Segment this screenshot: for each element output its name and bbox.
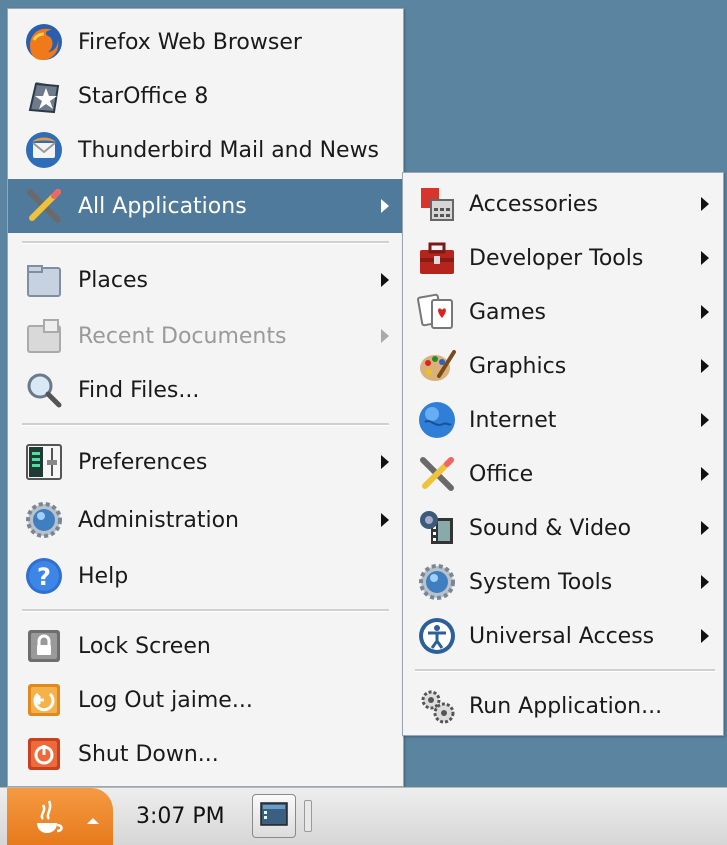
show-desktop-button[interactable] (252, 794, 296, 838)
chevron-right-icon (381, 199, 389, 213)
submenu-item-label: Accessories (469, 191, 598, 217)
menu-item-administration[interactable]: Administration (8, 493, 403, 547)
menu-item-label: Log Out jaime... (78, 687, 253, 713)
submenu-item-label: Games (469, 299, 546, 325)
submenu-item-label: Internet (469, 407, 557, 433)
lock-icon (20, 622, 68, 670)
chevron-right-icon (701, 251, 709, 265)
staroffice-icon (20, 72, 68, 120)
developer-tools-icon (413, 234, 461, 282)
submenu-item-accessories[interactable]: Accessories (403, 177, 723, 231)
menu-item-label: Thunderbird Mail and News (78, 137, 380, 163)
submenu-item-sound-video[interactable]: Sound & Video (403, 501, 723, 555)
menu-item-shut-down[interactable]: Shut Down... (8, 727, 403, 781)
chevron-right-icon (381, 273, 389, 287)
separator (22, 241, 389, 244)
menu-item-label: Lock Screen (78, 633, 211, 659)
menu-item-lock-screen[interactable]: Lock Screen (8, 619, 403, 673)
chevron-up-icon (87, 818, 99, 824)
clock[interactable]: 3:07 PM (136, 804, 225, 829)
sound-video-icon (413, 504, 461, 552)
firefox-icon (20, 18, 68, 66)
submenu-item-label: Developer Tools (469, 245, 644, 271)
all-applications-icon (20, 182, 68, 230)
office-icon (413, 450, 461, 498)
chevron-right-icon (701, 575, 709, 589)
menu-item-label: Places (78, 267, 148, 293)
help-icon: ? (20, 552, 68, 600)
submenu-item-label: Universal Access (469, 623, 655, 649)
menu-item-label: Administration (78, 507, 239, 533)
games-icon (413, 288, 461, 336)
preferences-icon (20, 438, 68, 486)
main-menu: Firefox Web Browser StarOffice 8 Thunder… (7, 8, 404, 787)
submenu-item-universal-access[interactable]: Universal Access (403, 609, 723, 663)
universal-access-icon (413, 612, 461, 660)
chevron-right-icon (701, 467, 709, 481)
submenu-item-games[interactable]: Games (403, 285, 723, 339)
separator (22, 423, 389, 426)
menu-item-label: Find Files... (78, 377, 200, 403)
search-icon (20, 366, 68, 414)
chevron-right-icon (701, 197, 709, 211)
chevron-right-icon (701, 413, 709, 427)
menu-item-recent-documents[interactable]: Recent Documents (8, 309, 403, 363)
submenu-item-label: Graphics (469, 353, 567, 379)
java-icon (29, 797, 67, 841)
chevron-right-icon (381, 513, 389, 527)
accessories-icon (413, 180, 461, 228)
menu-item-thunderbird[interactable]: Thunderbird Mail and News (8, 123, 403, 177)
logout-icon (20, 676, 68, 724)
menu-item-label: Shut Down... (78, 741, 219, 767)
menu-item-label: Preferences (78, 449, 208, 475)
submenu-item-label: System Tools (469, 569, 613, 595)
menu-item-all-applications[interactable]: All Applications (8, 179, 403, 233)
menu-item-help[interactable]: ? Help (8, 549, 403, 603)
chevron-right-icon (701, 359, 709, 373)
submenu-item-developer-tools[interactable]: Developer Tools (403, 231, 723, 285)
recent-documents-icon (20, 312, 68, 360)
separator (415, 669, 715, 672)
menu-item-label: Recent Documents (78, 323, 287, 349)
run-application-icon (413, 682, 461, 730)
launch-menu-button[interactable] (7, 788, 113, 845)
menu-item-preferences[interactable]: Preferences (8, 435, 403, 489)
menu-item-staroffice[interactable]: StarOffice 8 (8, 69, 403, 123)
menu-item-firefox[interactable]: Firefox Web Browser (8, 15, 403, 69)
submenu-item-label: Run Application... (469, 693, 663, 719)
show-desktop-icon (259, 799, 289, 833)
chevron-right-icon (701, 305, 709, 319)
submenu-item-internet[interactable]: Internet (403, 393, 723, 447)
menu-item-log-out[interactable]: Log Out jaime... (8, 673, 403, 727)
graphics-icon (413, 342, 461, 390)
submenu-item-graphics[interactable]: Graphics (403, 339, 723, 393)
chevron-right-icon (381, 329, 389, 343)
system-tools-icon (413, 558, 461, 606)
submenu-item-run-application[interactable]: Run Application... (403, 679, 723, 733)
panel-drag-handle[interactable] (304, 800, 312, 832)
chevron-right-icon (381, 455, 389, 469)
svg-text:?: ? (37, 563, 51, 591)
separator (22, 609, 389, 612)
menu-item-label: Firefox Web Browser (78, 29, 302, 55)
menu-item-places[interactable]: Places (8, 253, 403, 307)
submenu-item-system-tools[interactable]: System Tools (403, 555, 723, 609)
all-applications-submenu: Accessories Developer Tools Games Graphi… (402, 172, 724, 736)
submenu-item-office[interactable]: Office (403, 447, 723, 501)
menu-item-label: Help (78, 563, 129, 589)
menu-item-find-files[interactable]: Find Files... (8, 363, 403, 417)
submenu-item-label: Office (469, 461, 534, 487)
bottom-panel: 3:07 PM (0, 787, 727, 845)
places-icon (20, 256, 68, 304)
thunderbird-icon (20, 126, 68, 174)
shutdown-icon (20, 730, 68, 778)
internet-icon (413, 396, 461, 444)
menu-item-label: All Applications (78, 193, 247, 219)
chevron-right-icon (701, 521, 709, 535)
menu-item-label: StarOffice 8 (78, 83, 209, 109)
administration-icon (20, 496, 68, 544)
chevron-right-icon (701, 629, 709, 643)
submenu-item-label: Sound & Video (469, 515, 632, 541)
